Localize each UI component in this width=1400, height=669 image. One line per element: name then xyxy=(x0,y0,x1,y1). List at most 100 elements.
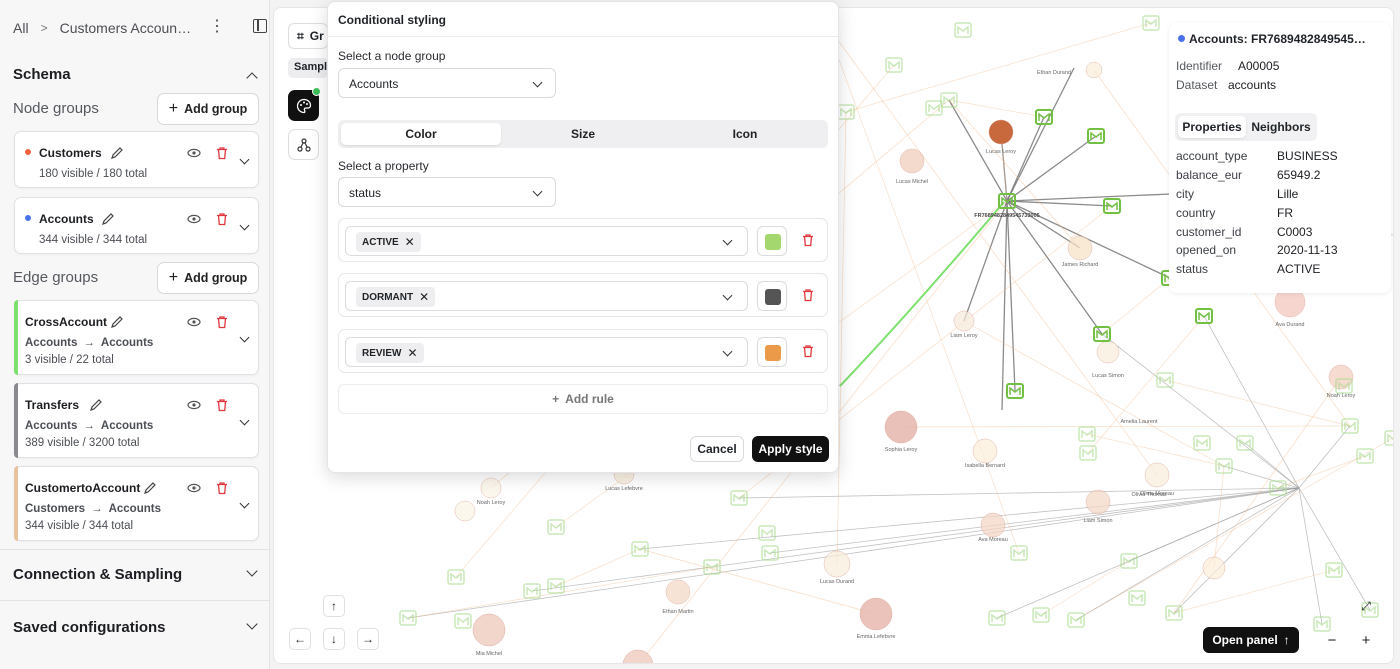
node-group-name: Accounts xyxy=(39,212,94,226)
customer-node[interactable] xyxy=(899,148,925,174)
customer-node[interactable] xyxy=(665,579,691,605)
breadcrumb-current[interactable]: Customers Accounts… xyxy=(60,20,192,36)
edit-icon[interactable] xyxy=(101,212,115,226)
edge-group-card-transfers[interactable]: Transfers Accounts → Accounts 389 visible … xyxy=(14,383,259,458)
eye-icon[interactable] xyxy=(187,146,201,160)
edit-icon[interactable] xyxy=(89,398,103,412)
trash-icon[interactable] xyxy=(215,146,229,160)
customer-node[interactable] xyxy=(884,410,918,444)
chevron-down-icon[interactable] xyxy=(239,220,250,231)
edit-icon[interactable] xyxy=(143,481,157,495)
tab-icon[interactable]: Icon xyxy=(665,123,825,145)
customer-node[interactable] xyxy=(988,119,1014,145)
remove-chip-icon[interactable]: ✕ xyxy=(405,235,415,249)
account-node-icon[interactable] xyxy=(454,613,472,629)
pan-left-button[interactable]: ← xyxy=(289,628,311,650)
account-node-icon[interactable] xyxy=(1384,430,1394,446)
rule-values-select[interactable]: ACTIVE ✕ xyxy=(345,226,748,256)
collapse-sidebar-icon[interactable] xyxy=(253,19,267,33)
add-node-group-button[interactable]: + Add group xyxy=(157,93,259,125)
rule-values-select[interactable]: REVIEW ✕ xyxy=(345,337,748,367)
edit-icon[interactable] xyxy=(110,146,124,160)
edge-group-stats: 344 visible / 344 total xyxy=(25,520,134,532)
trash-icon[interactable] xyxy=(215,398,229,412)
edge-group-stats: 3 visible / 22 total xyxy=(25,354,114,366)
chevron-down-icon[interactable] xyxy=(246,618,258,630)
chevron-down-icon[interactable] xyxy=(239,332,250,343)
pan-down-button[interactable]: ↓ xyxy=(323,628,345,650)
tab-properties[interactable]: Properties xyxy=(1178,116,1246,138)
customer-node[interactable] xyxy=(1096,340,1120,364)
property-value: BUSINESS xyxy=(1277,149,1338,163)
trash-icon[interactable] xyxy=(215,315,229,329)
chevron-down-icon[interactable] xyxy=(246,565,258,577)
edit-icon[interactable] xyxy=(110,315,124,329)
customer-node[interactable] xyxy=(953,310,975,332)
trash-icon[interactable] xyxy=(801,344,815,358)
customer-node[interactable] xyxy=(1085,489,1111,515)
customer-node[interactable] xyxy=(472,613,506,647)
chevron-down-icon[interactable] xyxy=(239,498,250,509)
breadcrumb-root[interactable]: All xyxy=(13,20,29,36)
remove-chip-icon[interactable]: ✕ xyxy=(419,290,429,304)
trash-icon[interactable] xyxy=(215,481,229,495)
chevron-down-icon[interactable] xyxy=(239,154,250,165)
trash-icon[interactable] xyxy=(801,288,815,302)
apply-style-button[interactable]: Apply style xyxy=(752,436,829,462)
customer-node[interactable] xyxy=(454,500,476,522)
trash-icon[interactable] xyxy=(215,212,229,226)
eye-icon[interactable] xyxy=(187,398,201,412)
trash-icon[interactable] xyxy=(801,233,815,247)
tab-size[interactable]: Size xyxy=(503,123,663,145)
edge-group-card-customertoaccount[interactable]: CustomertoAccount Customers → Accounts 344… xyxy=(14,466,259,541)
pan-up-button[interactable]: ↑ xyxy=(323,595,345,617)
customer-node[interactable] xyxy=(859,597,893,631)
tab-color[interactable]: Color xyxy=(341,123,501,145)
zoom-out-button[interactable]: − xyxy=(1321,629,1343,651)
schema-title[interactable]: Schema xyxy=(13,66,71,83)
add-rule-button[interactable]: + Add rule xyxy=(338,384,828,414)
account-node-glyph xyxy=(1070,615,1082,624)
palette-button[interactable] xyxy=(288,87,321,121)
node-group-card-accounts[interactable]: Accounts 344 visible / 344 total xyxy=(14,197,259,254)
eye-icon[interactable] xyxy=(187,481,201,495)
customer-node[interactable] xyxy=(823,550,851,578)
open-panel-button[interactable]: Open panel ↑ xyxy=(1203,627,1299,653)
customer-node[interactable] xyxy=(1085,61,1103,79)
customer-node[interactable] xyxy=(980,512,1006,538)
node-group-card-customers[interactable]: Customers 180 visible / 180 total xyxy=(14,131,259,188)
pan-right-button[interactable]: → xyxy=(357,628,379,650)
layout-button[interactable] xyxy=(288,129,319,160)
more-options-icon[interactable]: ⋮ xyxy=(209,18,225,36)
eye-icon[interactable] xyxy=(187,212,201,226)
property-select[interactable]: status xyxy=(338,177,556,207)
chevron-down-icon[interactable] xyxy=(239,415,250,426)
eye-icon[interactable] xyxy=(187,315,201,329)
saved-configurations-title[interactable]: Saved configurations xyxy=(13,619,166,636)
add-edge-group-button[interactable]: + Add group xyxy=(157,262,259,294)
color-picker[interactable] xyxy=(757,281,787,311)
edge-group-card-crossaccount[interactable]: CrossAccount Accounts → Accounts 3 visible… xyxy=(14,300,259,375)
account-node-glyph xyxy=(733,493,745,502)
zoom-in-button[interactable]: + xyxy=(1355,629,1377,651)
remove-chip-icon[interactable]: ✕ xyxy=(407,346,417,360)
account-node-icon[interactable] xyxy=(1128,590,1146,606)
customer-node[interactable] xyxy=(480,477,502,499)
cancel-button[interactable]: Cancel xyxy=(690,436,744,462)
connection-sampling-title[interactable]: Connection & Sampling xyxy=(13,566,182,583)
customer-node[interactable] xyxy=(972,438,998,464)
customer-node[interactable] xyxy=(1144,462,1170,488)
color-picker[interactable] xyxy=(757,337,787,367)
sample-chip[interactable]: Sample xyxy=(288,58,328,78)
graph-tab[interactable]: ⌗ Gr xyxy=(288,23,328,49)
tab-neighbors[interactable]: Neighbors xyxy=(1248,116,1314,138)
fullscreen-icon[interactable]: ⤢ xyxy=(1355,595,1377,617)
node-group-select[interactable]: Accounts xyxy=(338,68,556,98)
chevron-up-icon[interactable] xyxy=(246,72,258,84)
rule-values-select[interactable]: DORMANT ✕ xyxy=(345,281,748,311)
customer-node[interactable] xyxy=(1067,235,1093,261)
account-node-icon[interactable] xyxy=(1193,435,1211,451)
account-node-icon[interactable] xyxy=(954,22,972,38)
customer-node[interactable] xyxy=(1202,556,1226,580)
color-picker[interactable] xyxy=(757,226,787,256)
